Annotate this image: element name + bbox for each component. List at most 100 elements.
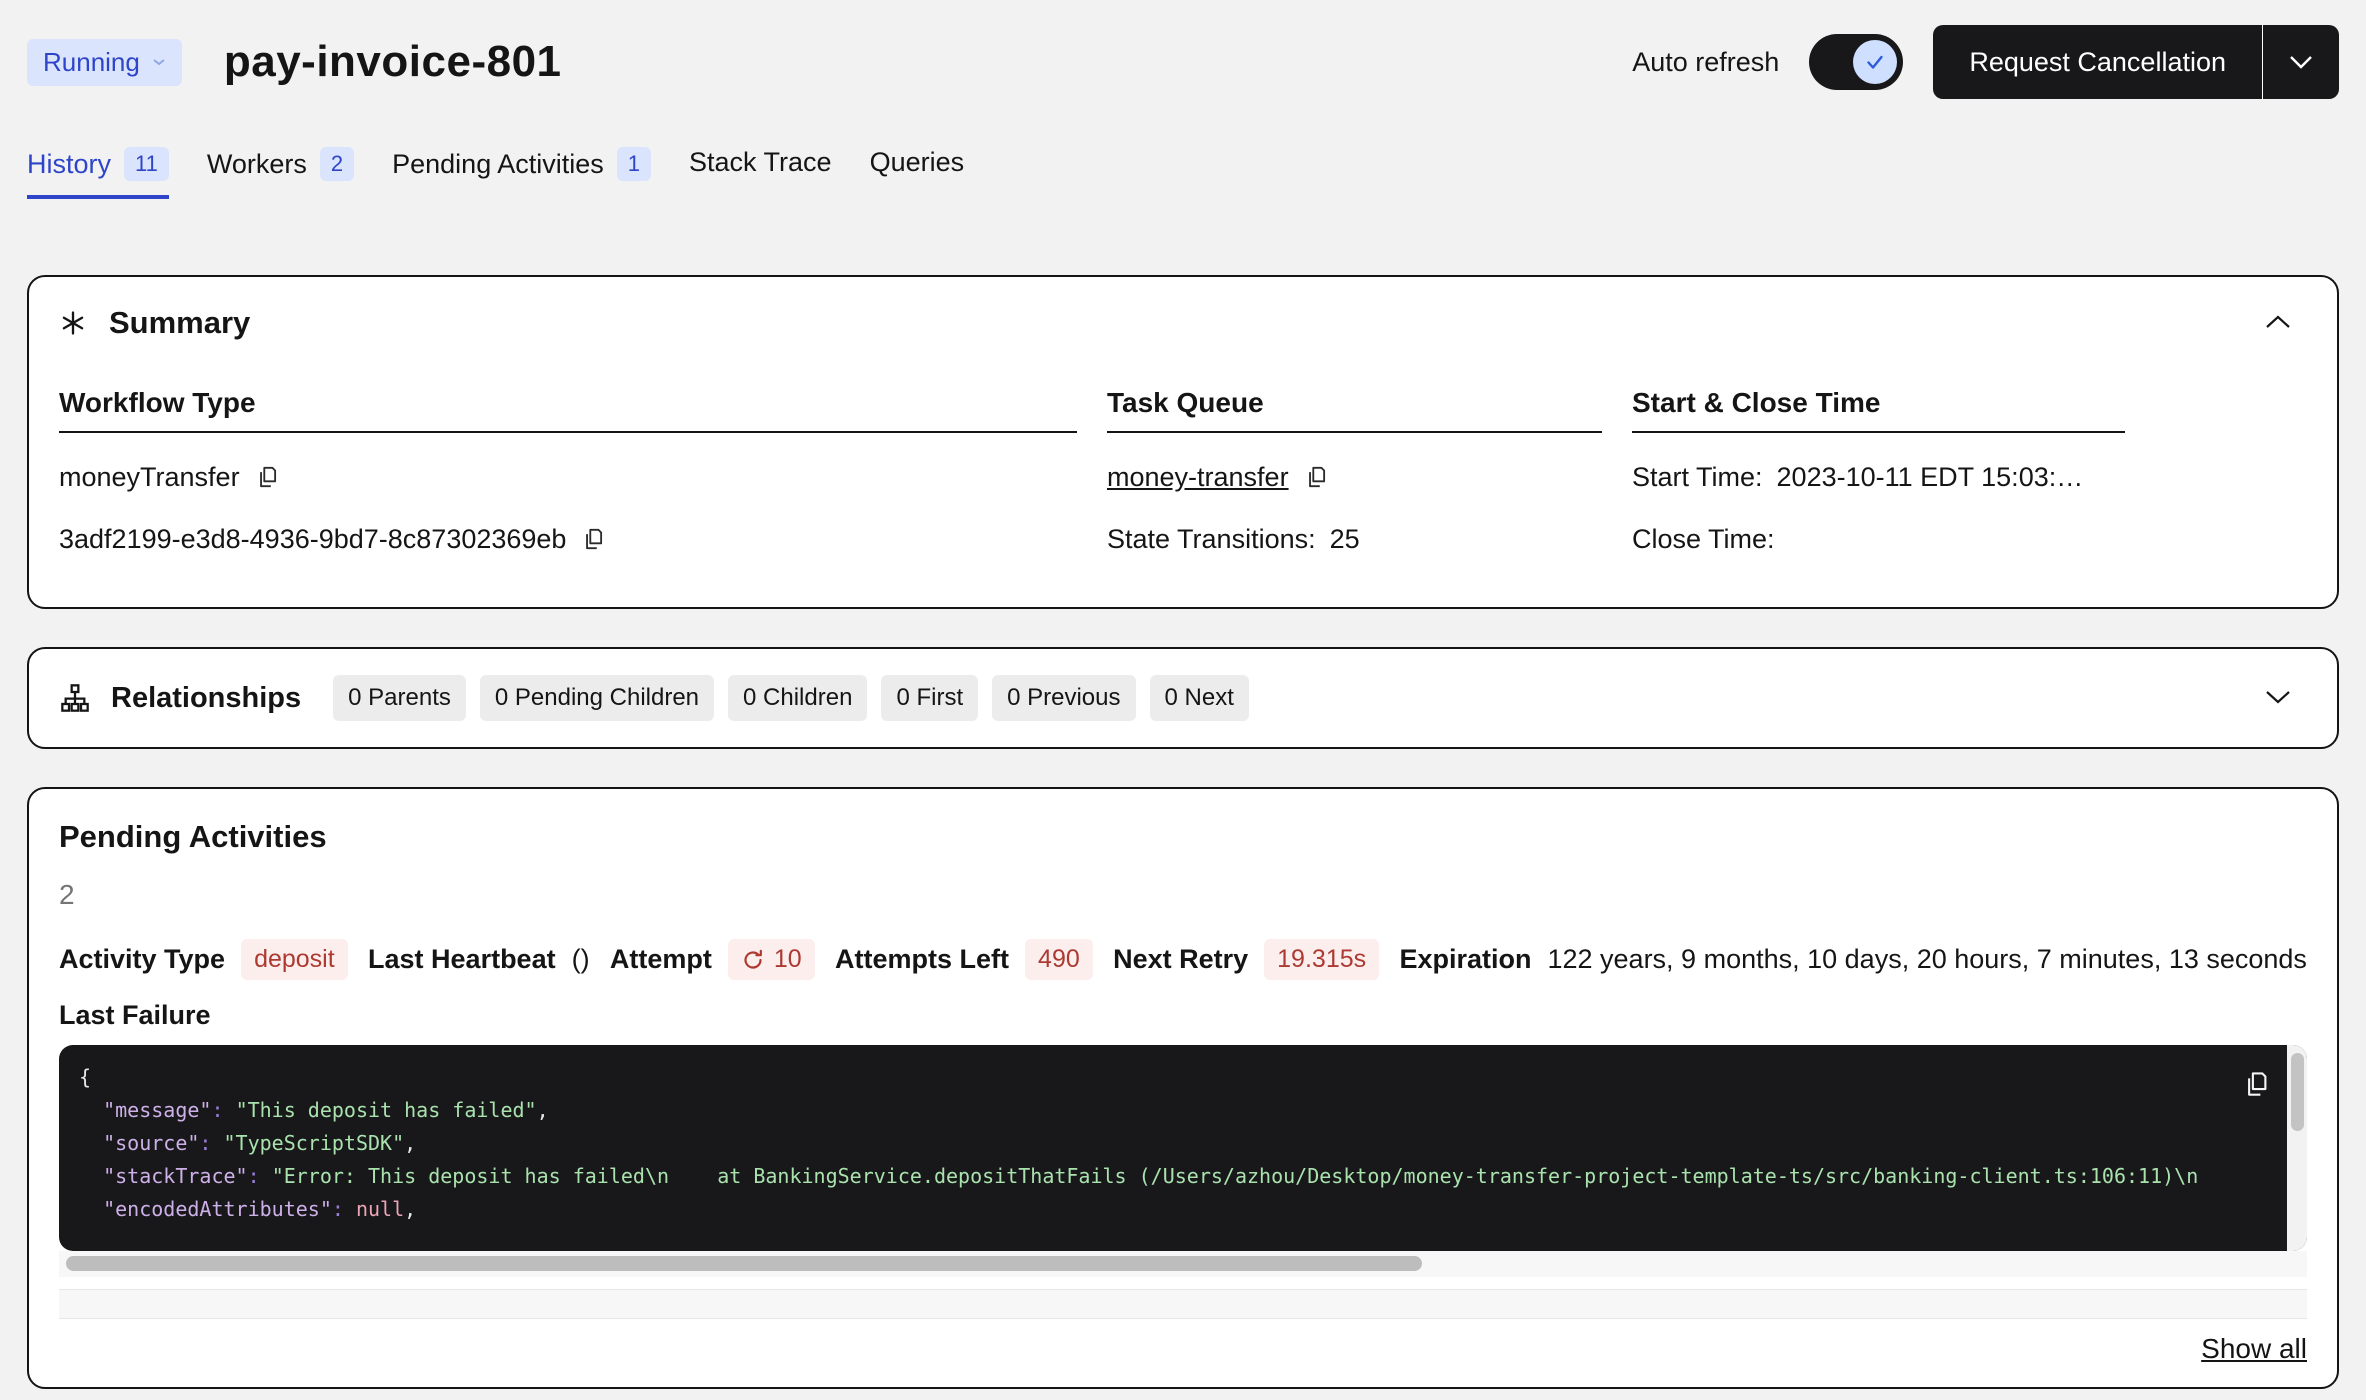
- toggle-knob: [1853, 40, 1897, 84]
- tab-history[interactable]: History 11: [27, 147, 169, 199]
- copy-icon: [254, 464, 280, 490]
- tab-queries[interactable]: Queries: [870, 147, 965, 196]
- close-time-row: Close Time:: [1632, 521, 2125, 557]
- last-failure-label: Last Failure: [59, 1000, 2307, 1031]
- summary-grid: Workflow Type moneyTransfer 3adf2199-e3d…: [59, 387, 2307, 557]
- tab-pending-activities[interactable]: Pending Activities 1: [392, 147, 651, 199]
- field-label: Activity Type: [59, 944, 225, 975]
- tab-count-badge: 1: [617, 147, 651, 181]
- run-id-row: 3adf2199-e3d8-4936-9bd7-8c87302369eb: [59, 521, 1077, 557]
- tab-label: History: [27, 149, 111, 180]
- summary-card: Summary Workflow Type moneyTransfer: [27, 275, 2339, 609]
- workflow-type-value: moneyTransfer: [59, 462, 240, 493]
- last-failure-code-block: { "message": "This deposit has failed", …: [59, 1045, 2307, 1251]
- close-time-label: Close Time:: [1632, 524, 1775, 555]
- page-title: pay-invoice-801: [224, 37, 562, 87]
- relationship-badge-0-pending-children: 0 Pending Children: [480, 675, 714, 721]
- copy-code-button[interactable]: [2227, 1057, 2285, 1111]
- activity-field-next-retry: Next Retry 19.315s: [1113, 939, 1379, 980]
- relationship-badge-0-first: 0 First: [881, 675, 978, 721]
- show-all-row: Show all: [59, 1333, 2307, 1365]
- code-line: {: [79, 1061, 2267, 1094]
- workflow-detail-page: Running pay-invoice-801 Auto refresh Req…: [0, 0, 2366, 1389]
- copy-button[interactable]: [580, 526, 606, 552]
- relationships-badges: 0 Parents0 Pending Children0 Children0 F…: [333, 675, 1249, 721]
- status-label: Running: [43, 47, 140, 78]
- request-cancellation-menu-button[interactable]: [2263, 25, 2339, 99]
- workflow-type-header: Workflow Type: [59, 387, 1077, 433]
- activity-field-last-heartbeat: Last Heartbeat (): [368, 944, 590, 975]
- copy-icon: [580, 526, 606, 552]
- summary-collapse-button[interactable]: [2249, 307, 2307, 340]
- field-label: Last Heartbeat: [368, 944, 556, 975]
- chevron-down-icon: [152, 57, 166, 67]
- state-transitions-value: 25: [1330, 524, 1360, 555]
- show-all-link[interactable]: Show all: [2201, 1333, 2307, 1365]
- field-value: (): [572, 944, 590, 975]
- activity-detail-row: Activity Type deposit Last Heartbeat () Atte…: [59, 939, 2307, 980]
- field-label: Attempts Left: [835, 944, 1009, 975]
- request-cancellation-split-button: Request Cancellation: [1933, 25, 2339, 99]
- activity-field-expiration: Expiration 122 years, 9 months, 10 days, …: [1399, 944, 2306, 975]
- field-value-badge: 10: [728, 939, 815, 980]
- tab-count-badge: 2: [320, 147, 354, 181]
- hierarchy-icon: [59, 682, 91, 714]
- task-queue-link[interactable]: money-transfer: [1107, 462, 1289, 493]
- scrollbar-thumb[interactable]: [2291, 1053, 2304, 1131]
- summary-title: Summary: [109, 305, 250, 341]
- tab-label: Queries: [870, 147, 965, 178]
- field-value-badge: deposit: [241, 939, 348, 980]
- vertical-scrollbar[interactable]: [2287, 1045, 2307, 1251]
- copy-button[interactable]: [1303, 464, 1329, 490]
- scrollbar-thumb[interactable]: [66, 1256, 1422, 1271]
- copy-icon: [2241, 1069, 2271, 1099]
- tab-label: Workers: [207, 149, 307, 180]
- relationship-badge-0-previous: 0 Previous: [992, 675, 1135, 721]
- relationships-expand-button[interactable]: [2249, 682, 2307, 715]
- tab-count-badge: 11: [124, 147, 169, 181]
- code-line: "source": "TypeScriptSDK",: [79, 1127, 2267, 1160]
- field-label: Expiration: [1399, 944, 1531, 975]
- field-label: Next Retry: [1113, 944, 1248, 975]
- start-close-time-column: Start & Close Time Start Time: 2023-10-1…: [1632, 387, 2125, 557]
- start-close-time-header: Start & Close Time: [1632, 387, 2125, 433]
- code-line: "encodedAttributes": null,: [79, 1193, 2267, 1226]
- horizontal-scrollbar[interactable]: [59, 1251, 2307, 1277]
- code-line: "stackTrace": "Error: This deposit has f…: [79, 1160, 2267, 1193]
- start-time-value: 2023-10-11 EDT 15:03:…: [1777, 462, 2084, 493]
- chevron-up-icon: [2263, 313, 2293, 331]
- state-transitions-label: State Transitions:: [1107, 524, 1316, 555]
- status-badge[interactable]: Running: [27, 39, 182, 86]
- start-time-row: Start Time: 2023-10-11 EDT 15:03:…: [1632, 459, 2125, 495]
- copy-button[interactable]: [254, 464, 280, 490]
- start-time-label: Start Time:: [1632, 462, 1763, 493]
- request-cancellation-button[interactable]: Request Cancellation: [1933, 25, 2263, 99]
- chevron-down-icon: [2263, 688, 2293, 706]
- check-icon: [1863, 50, 1887, 74]
- field-value: 122 years, 9 months, 10 days, 20 hours, …: [1547, 944, 2306, 975]
- tab-label: Pending Activities: [392, 149, 604, 180]
- tab-bar: History 11 Workers 2 Pending Activities 1 Stac…: [27, 147, 2339, 199]
- tab-workers[interactable]: Workers 2: [207, 147, 354, 199]
- relationship-badge-0-next: 0 Next: [1150, 675, 1249, 721]
- collapsed-table-row: [59, 1289, 2307, 1319]
- relationships-card: Relationships 0 Parents 0 Pending Childre…: [27, 647, 2339, 749]
- field-label: Attempt: [610, 944, 712, 975]
- activity-field-activity-type: Activity Type deposit: [59, 939, 348, 980]
- auto-refresh-label: Auto refresh: [1632, 47, 1779, 78]
- relationships-title: Relationships: [111, 682, 301, 715]
- pending-activities-title: Pending Activities: [59, 819, 2307, 855]
- workflow-type-row: moneyTransfer: [59, 459, 1077, 495]
- topbar-left: Running pay-invoice-801: [27, 37, 562, 87]
- copy-icon: [1303, 464, 1329, 490]
- auto-refresh-toggle[interactable]: [1809, 34, 1903, 90]
- retry-icon: [741, 948, 765, 972]
- pending-activities-count: 2: [59, 879, 2307, 911]
- asterisk-icon: [59, 309, 87, 337]
- activity-field-attempt: Attempt 10: [610, 939, 815, 980]
- pending-activities-card: Pending Activities 2 Activity Type deposi…: [27, 787, 2339, 1389]
- relationship-badge-0-parents: 0 Parents: [333, 675, 466, 721]
- field-value-badge: 19.315s: [1264, 939, 1379, 980]
- tab-stack-trace[interactable]: Stack Trace: [689, 147, 832, 196]
- topbar: Running pay-invoice-801 Auto refresh Req…: [27, 25, 2339, 99]
